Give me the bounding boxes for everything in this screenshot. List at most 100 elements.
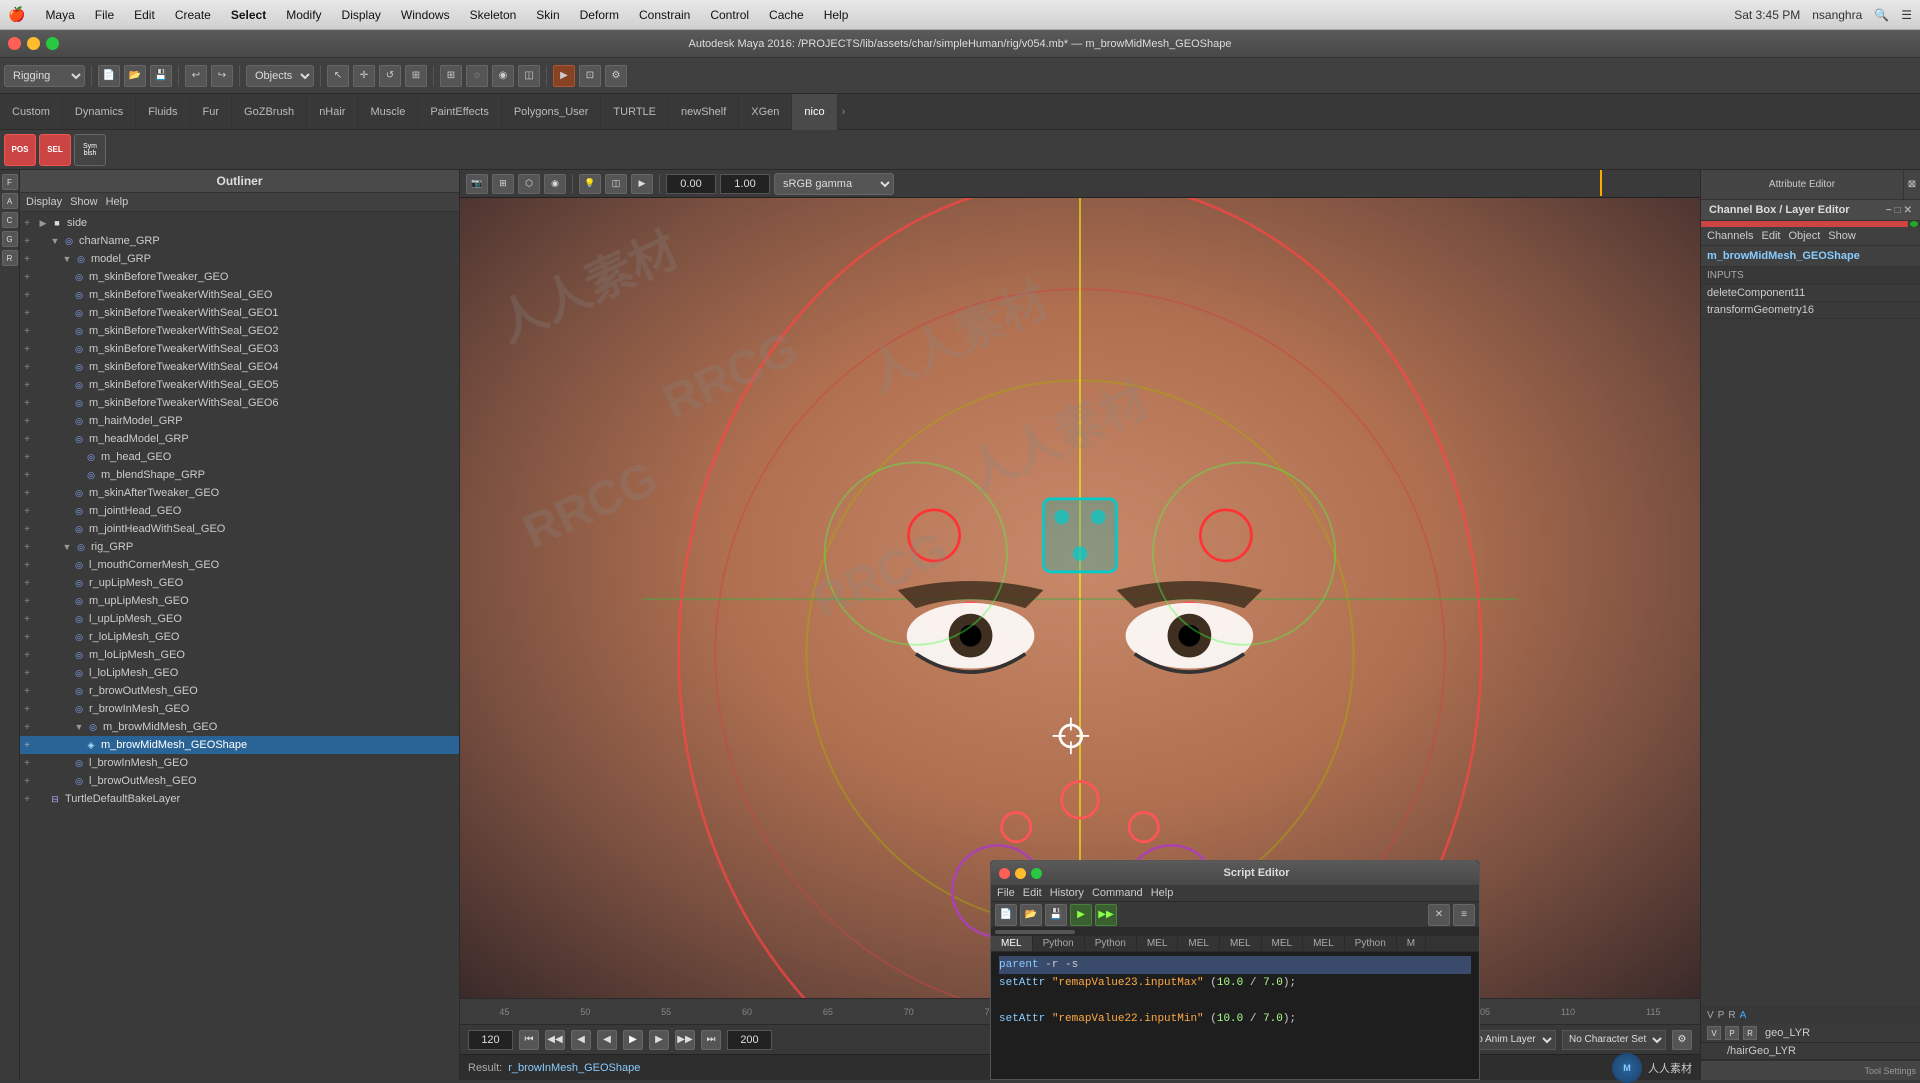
tree-item-skinwithseal3[interactable]: + ◎ m_skinBeforeTweakerWithSeal_GEO3 <box>20 340 459 358</box>
add-icon[interactable]: + <box>20 558 34 572</box>
char-set-select[interactable]: No Character Set <box>1562 1030 1666 1050</box>
expand-arrow-side[interactable]: ▶ <box>36 216 50 230</box>
se-tab-mel-1[interactable]: MEL <box>991 936 1033 951</box>
menu-file[interactable]: File <box>87 6 122 24</box>
go-to-start-button[interactable]: ⏮ <box>519 1030 539 1050</box>
add-icon[interactable]: + <box>20 342 34 356</box>
shelf-tab-gozbrush[interactable]: GoZBrush <box>232 94 307 130</box>
scale-tool-button[interactable]: ⊞ <box>405 65 427 87</box>
add-icon[interactable]: + <box>20 684 34 698</box>
vp-time-input[interactable] <box>666 174 716 194</box>
se-maximize-button[interactable] <box>1031 868 1042 879</box>
next-key-button[interactable]: ▶ <box>649 1030 669 1050</box>
tree-item-jointheadwithseal-geo[interactable]: + ◎ m_jointHeadWithSeal_GEO <box>20 520 459 538</box>
shelf-tab-dynamics[interactable]: Dynamics <box>63 94 136 130</box>
attribute-editor-tab[interactable]: Attribute Editor <box>1701 170 1904 199</box>
se-tab-mel-6[interactable]: MEL <box>1303 936 1345 951</box>
prev-key-button[interactable]: ◀ <box>571 1030 591 1050</box>
add-icon[interactable]: + <box>20 702 34 716</box>
menu-deform[interactable]: Deform <box>572 6 627 24</box>
side-btn-1[interactable]: F <box>2 174 18 190</box>
snap-grid-button[interactable]: ⊞ <box>440 65 462 87</box>
tree-item-rlolip[interactable]: + ◎ r_loLipMesh_GEO <box>20 628 459 646</box>
go-to-end-button[interactable]: ⏭ <box>701 1030 721 1050</box>
add-icon[interactable]: + <box>20 666 34 680</box>
move-tool-button[interactable]: ✛ <box>353 65 375 87</box>
tree-item-hairmodel-grp[interactable]: + ◎ m_hairModel_GRP <box>20 412 459 430</box>
playback-current-frame[interactable] <box>468 1030 513 1050</box>
menu-edit[interactable]: Edit <box>126 6 163 24</box>
se-line-num-button[interactable]: ≡ <box>1453 904 1475 926</box>
cb-maximize-icon[interactable]: □ <box>1895 205 1901 216</box>
se-tab-mel-2[interactable]: MEL <box>1137 936 1179 951</box>
tree-item-lbrowin[interactable]: + ◎ l_browInMesh_GEO <box>20 754 459 772</box>
tree-item-llolip[interactable]: + ◎ l_loLipMesh_GEO <box>20 664 459 682</box>
outliner-tree[interactable]: + ▶ ■ side + ▼ ◎ charName_GRP + ▼ ◎ mode… <box>20 212 459 1080</box>
apple-logo-icon[interactable]: 🍎 <box>8 6 25 23</box>
menu-display[interactable]: Display <box>334 6 389 24</box>
shelf-tab-turtle[interactable]: TURTLE <box>601 94 669 130</box>
expand-arrow-mbrowmid[interactable]: ▼ <box>72 720 86 734</box>
se-tab-python-2[interactable]: Python <box>1085 936 1137 951</box>
side-btn-5[interactable]: R <box>2 250 18 266</box>
shelf-tab-fluids[interactable]: Fluids <box>136 94 190 130</box>
menu-modify[interactable]: Modify <box>278 6 329 24</box>
tool-settings-tab[interactable]: ⊠ <box>1904 170 1920 199</box>
se-tab-python-1[interactable]: Python <box>1033 936 1085 951</box>
minimize-window-button[interactable] <box>27 37 40 50</box>
outliner-menu-show[interactable]: Show <box>70 196 98 208</box>
cb-input-transformgeo[interactable]: transformGeometry16 <box>1701 302 1920 319</box>
menu-help[interactable]: Help <box>816 6 857 24</box>
tree-item-mlolip[interactable]: + ◎ m_loLipMesh_GEO <box>20 646 459 664</box>
shelf-scroll-right[interactable]: › <box>842 106 846 118</box>
se-clear-button[interactable]: ✕ <box>1428 904 1450 926</box>
add-icon[interactable]: + <box>20 360 34 374</box>
tree-item-lmouthcorner[interactable]: + ◎ l_mouthCornerMesh_GEO <box>20 556 459 574</box>
workflow-dropdown[interactable]: Rigging Modeling Animation Rendering <box>4 65 85 87</box>
tree-item-side[interactable]: + ▶ ■ side <box>20 214 459 232</box>
tree-item-rbrowout[interactable]: + ◎ r_browOutMesh_GEO <box>20 682 459 700</box>
layer-hairgeo-lyr[interactable]: /hairGeo_LYR <box>1701 1043 1920 1060</box>
prev-frame-button[interactable]: ◀◀ <box>545 1030 565 1050</box>
playback-settings-button[interactable]: ⚙ <box>1672 1030 1692 1050</box>
cb-input-deletecomponent[interactable]: deleteComponent11 <box>1701 285 1920 302</box>
objects-dropdown[interactable]: Objects <box>246 65 314 87</box>
vp-scale-input[interactable] <box>720 174 770 194</box>
vp-light-button[interactable]: 💡 <box>579 174 601 194</box>
shelf-tab-xgen[interactable]: XGen <box>739 94 792 130</box>
tree-item-skinwithseal[interactable]: + ◎ m_skinBeforeTweakerWithSeal_GEO <box>20 286 459 304</box>
vp-smooth-button[interactable]: ◉ <box>544 174 566 194</box>
next-frame-button[interactable]: ▶▶ <box>675 1030 695 1050</box>
close-window-button[interactable] <box>8 37 21 50</box>
tree-item-head-geo[interactable]: + ◎ m_head_GEO <box>20 448 459 466</box>
snap-curve-button[interactable]: ◌ <box>466 65 488 87</box>
save-file-button[interactable]: 💾 <box>150 65 172 87</box>
tree-item-ruplip[interactable]: + ◎ r_upLipMesh_GEO <box>20 574 459 592</box>
se-tab-python-3[interactable]: Python <box>1345 936 1397 951</box>
add-icon[interactable]: + <box>20 720 34 734</box>
se-menu-edit[interactable]: Edit <box>1023 887 1042 899</box>
add-icon[interactable]: + <box>20 306 34 320</box>
tree-item-luplip[interactable]: + ◎ l_upLipMesh_GEO <box>20 610 459 628</box>
shelf-tab-fur[interactable]: Fur <box>191 94 233 130</box>
tree-item-jointhead-geo[interactable]: + ◎ m_jointHead_GEO <box>20 502 459 520</box>
add-icon[interactable]: + <box>20 630 34 644</box>
shelf-tab-muscle[interactable]: Muscle <box>358 94 418 130</box>
se-open-button[interactable]: 📂 <box>1020 904 1042 926</box>
se-tab-m[interactable]: M <box>1397 936 1426 951</box>
add-icon[interactable]: + <box>20 396 34 410</box>
menu-skin[interactable]: Skin <box>528 6 567 24</box>
shelf-icon-pos[interactable]: POS <box>4 134 36 166</box>
side-btn-3[interactable]: C <box>2 212 18 228</box>
undo-button[interactable]: ↩ <box>185 65 207 87</box>
render-settings-button[interactable]: ⚙ <box>605 65 627 87</box>
add-icon[interactable]: + <box>20 756 34 770</box>
layer-geo-lyr[interactable]: V P R geo_LYR <box>1701 1024 1920 1043</box>
vp-colorspace-select[interactable]: sRGB gamma <box>774 173 894 195</box>
layer-tab-r[interactable]: R <box>1728 1010 1735 1021</box>
tree-item-muplip[interactable]: + ◎ m_upLipMesh_GEO <box>20 592 459 610</box>
tree-item-skinwithseal2[interactable]: + ◎ m_skinBeforeTweakerWithSeal_GEO2 <box>20 322 459 340</box>
tree-item-rig-grp[interactable]: + ▼ ◎ rig_GRP <box>20 538 459 556</box>
tree-item-rbrowin[interactable]: + ◎ r_browInMesh_GEO <box>20 700 459 718</box>
shelf-tab-custom[interactable]: Custom <box>0 94 63 130</box>
